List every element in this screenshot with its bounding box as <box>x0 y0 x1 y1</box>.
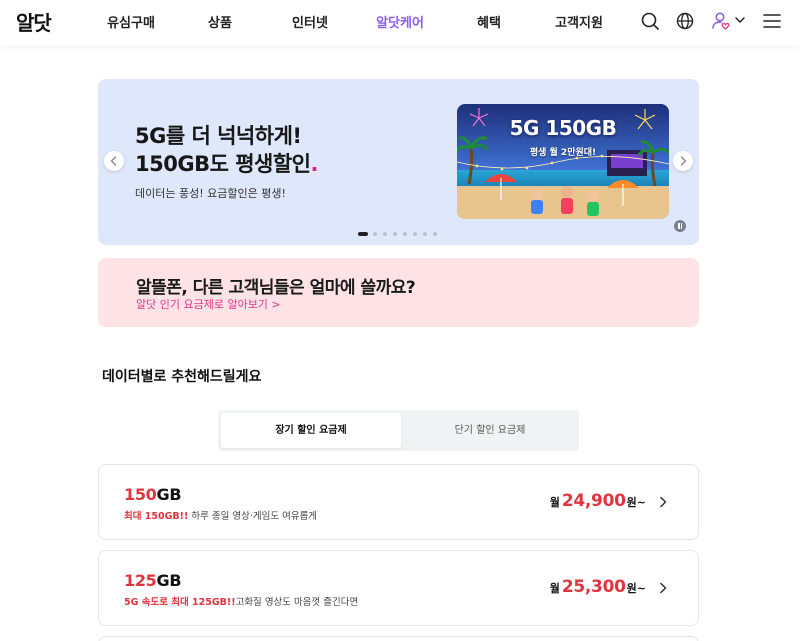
plan-description: 최대 150GB!! 하루 종일 영상·게임도 여유롭게 <box>124 511 318 522</box>
plan-price: 월 24,900원~ <box>549 491 646 511</box>
banner-title-dot: . <box>310 152 319 176</box>
plan-data-amount: 150GB <box>124 485 182 504</box>
carousel-pause-button[interactable] <box>674 220 686 232</box>
search-icon[interactable] <box>639 10 661 32</box>
plan-price: 월 25,300원~ <box>549 577 646 597</box>
nav-item-usim[interactable]: 유심구매 <box>107 12 155 31</box>
popular-plans-promo[interactable]: 알뜰폰, 다른 고객님들은 얼마에 쓸까요? 알닷 인기 요금제로 알아보기 > <box>98 258 699 327</box>
plan-card-125gb[interactable]: 125GB 5G 속도로 최대 125GB!!고화질 영상도 마음껏 즐긴다면 … <box>98 550 699 626</box>
carousel-dot[interactable] <box>383 232 387 236</box>
plan-type-tabs: 장기 할인 요금제 단기 할인 요금제 <box>218 410 579 451</box>
plan-description: 5G 속도로 최대 125GB!!고화질 영상도 마음껏 즐긴다면 <box>124 597 359 608</box>
carousel-dot[interactable] <box>358 232 368 236</box>
promo-link[interactable]: 알닷 인기 요금제로 알아보기 > <box>136 296 281 312</box>
carousel-dot[interactable] <box>373 232 377 236</box>
hero-banner-carousel[interactable]: 5G를 더 넉넉하게! 150GB도 평생할인. 데이터는 풍성! 요금할인은 … <box>98 79 699 245</box>
user-heart-icon[interactable] <box>710 10 732 32</box>
carousel-dot[interactable] <box>403 232 407 236</box>
carousel-dot[interactable] <box>433 232 437 236</box>
carousel-dot[interactable] <box>393 232 397 236</box>
nav-item-benefits[interactable]: 혜택 <box>477 12 501 31</box>
section-title: 데이터별로 추천해드릴게요 <box>102 369 262 385</box>
globe-icon[interactable] <box>674 10 696 32</box>
banner-image-title: 5G 150GB <box>509 116 617 140</box>
banner-title-line2: 150GB도 평생할인 <box>135 152 311 176</box>
plan-card-next[interactable] <box>98 636 699 641</box>
nav-item-internet[interactable]: 인터넷 <box>292 12 328 31</box>
nav-item-support[interactable]: 고객지원 <box>555 12 603 31</box>
chevron-down-icon[interactable] <box>732 12 748 28</box>
plan-data-amount: 125GB <box>124 571 182 590</box>
promo-title: 알뜰폰, 다른 고객님들은 얼마에 쓸까요? <box>136 278 416 298</box>
carousel-dot[interactable] <box>423 232 427 236</box>
tab-long-term-discount[interactable]: 장기 할인 요금제 <box>221 413 401 448</box>
carousel-prev-button[interactable] <box>104 151 124 171</box>
chevron-right-icon <box>660 496 667 508</box>
chevron-right-icon <box>660 582 667 594</box>
carousel-next-button[interactable] <box>673 151 693 171</box>
tab-short-term-discount[interactable]: 단기 할인 요금제 <box>400 413 580 448</box>
brand-logo[interactable]: 알닷 <box>16 7 52 36</box>
nav-item-aldot-care[interactable]: 알닷케어 <box>376 12 424 31</box>
banner-image-subtitle: 평생 월 2만원대! <box>529 148 597 158</box>
nav-item-products[interactable]: 상품 <box>208 12 232 31</box>
banner-subtitle: 데이터는 풍성! 요금할인은 평생! <box>135 187 286 200</box>
banner-title-line1: 5G를 더 넉넉하게! <box>135 124 302 148</box>
plan-card-150gb[interactable]: 150GB 최대 150GB!! 하루 종일 영상·게임도 여유롭게 월 24,9… <box>98 464 699 540</box>
carousel-dot[interactable] <box>413 232 417 236</box>
banner-promo-image[interactable]: 5G 150GB 평생 월 2만원대! <box>457 104 669 219</box>
top-header: 알닷 유심구매 상품 인터넷 알닷케어 혜택 고객지원 <box>0 0 800 46</box>
banner-title: 5G를 더 넉넉하게! 150GB도 평생할인. <box>135 122 319 178</box>
hamburger-menu-icon[interactable] <box>761 10 783 32</box>
